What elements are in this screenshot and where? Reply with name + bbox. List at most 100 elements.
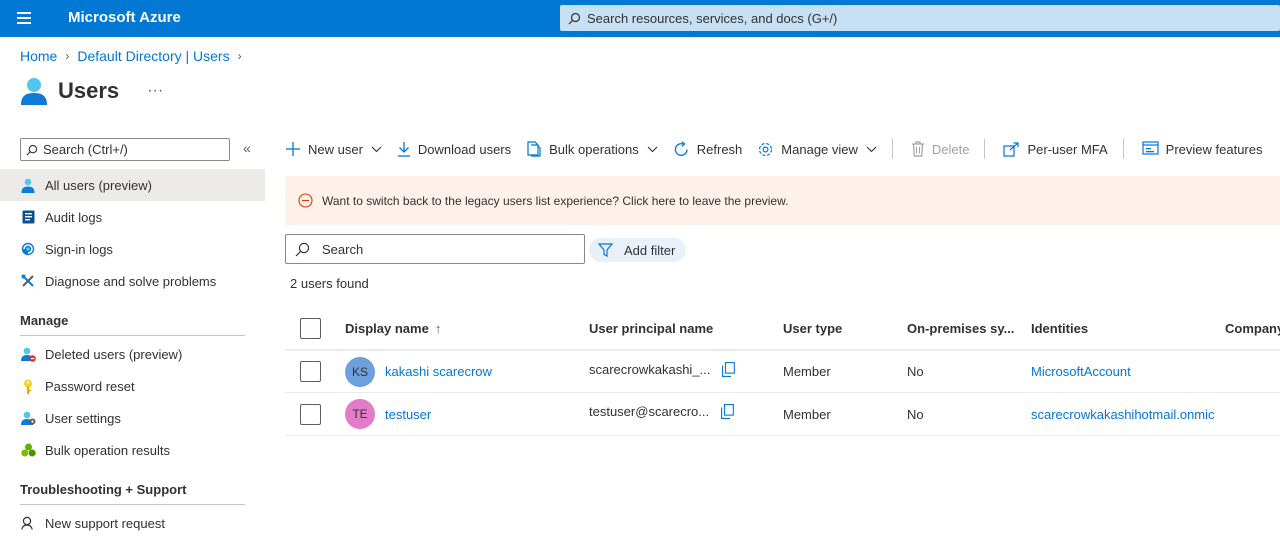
sidebar-item-label: Sign-in logs — [45, 241, 113, 257]
refresh-label: Refresh — [696, 141, 743, 157]
delete-button[interactable]: Delete — [911, 141, 970, 157]
collapse-sidebar-icon[interactable]: « — [243, 140, 251, 156]
sidebar-item-label: Deleted users (preview) — [45, 346, 183, 362]
download-users-label: Download users — [417, 141, 512, 157]
bulk-operations-button[interactable]: Bulk operations — [526, 141, 658, 157]
column-user-principal-name[interactable]: User principal name — [589, 308, 713, 349]
users-table: Display name ↑ User principal name User t… — [285, 308, 1280, 436]
bulk-results-icon — [20, 442, 36, 458]
new-user-button[interactable]: New user — [285, 141, 382, 157]
select-all-checkbox[interactable] — [300, 318, 321, 339]
column-label: Display name — [345, 321, 429, 336]
column-on-premises-sync[interactable]: On-premises sy... — [907, 308, 1014, 349]
audit-logs-icon — [20, 209, 36, 225]
select-all-cell — [300, 308, 321, 349]
user-principal-name: scarecrowkakashi_... — [589, 362, 711, 377]
table-row[interactable]: KS kakashi scarecrow scarecrowkakashi_..… — [285, 350, 1280, 393]
top-bar: Microsoft Azure Search resources, servic… — [0, 0, 1280, 37]
sidebar-item-label: User settings — [45, 410, 121, 426]
sidebar-item-label: New support request — [45, 515, 165, 531]
support-icon — [20, 515, 36, 531]
preview-features-button[interactable]: Preview features — [1142, 141, 1263, 157]
column-user-type[interactable]: User type — [783, 308, 842, 349]
display-name-cell: KS kakashi scarecrow — [345, 351, 492, 392]
user-search-input[interactable]: Search — [285, 234, 585, 264]
trash-icon — [911, 141, 924, 157]
delete-label: Delete — [931, 141, 970, 157]
user-display-name-link[interactable]: testuser — [385, 407, 431, 422]
search-icon — [295, 242, 310, 256]
column-display-name[interactable]: Display name ↑ — [345, 308, 441, 349]
sidebar-search-placeholder: Search (Ctrl+/) — [43, 142, 128, 157]
sidebar-item-label: All users (preview) — [45, 177, 152, 193]
brand-title[interactable]: Microsoft Azure — [68, 9, 181, 26]
command-bar: New user Download users Bulk operations … — [285, 135, 1278, 163]
toolbar-divider — [891, 139, 893, 159]
sidebar-search-input[interactable]: Search (Ctrl+/) — [20, 138, 230, 161]
manage-view-button[interactable]: Manage view — [757, 141, 877, 158]
identities-cell[interactable]: scarecrowkakashihotmail.onmic — [1031, 393, 1215, 435]
user-settings-icon — [20, 410, 36, 426]
sidebar-item-sign-in-logs[interactable]: Sign-in logs — [0, 233, 265, 265]
column-identities[interactable]: Identities — [1031, 308, 1088, 349]
toolbar-divider — [984, 139, 986, 159]
sign-in-logs-icon — [20, 241, 36, 257]
sidebar-section-support: Troubleshooting + Support — [20, 482, 245, 505]
bulk-operations-icon — [527, 141, 541, 157]
sidebar-item-bulk-results[interactable]: Bulk operation results — [0, 434, 265, 466]
sort-ascending-icon: ↑ — [434, 321, 442, 336]
column-company[interactable]: Company — [1225, 308, 1280, 349]
manage-view-label: Manage view — [781, 141, 858, 157]
preview-features-label: Preview features — [1165, 141, 1263, 157]
user-principal-name: testuser@scarecro... — [589, 404, 710, 419]
more-options-icon[interactable]: ··· — [147, 82, 163, 100]
users-icon — [21, 78, 47, 105]
copy-icon[interactable] — [721, 404, 734, 419]
breadcrumb-home[interactable]: Home — [20, 48, 57, 64]
sidebar-item-label: Bulk operation results — [45, 442, 171, 458]
avatar: KS — [345, 356, 375, 387]
per-user-mfa-button[interactable]: Per-user MFA — [1003, 141, 1108, 157]
per-user-mfa-label: Per-user MFA — [1027, 141, 1108, 157]
sidebar-item-label: Password reset — [45, 378, 135, 394]
user-icon — [20, 177, 36, 193]
toolbar-divider — [1122, 139, 1124, 159]
user-display-name-link[interactable]: kakashi scarecrow — [385, 364, 492, 379]
download-users-button[interactable]: Download users — [397, 141, 511, 157]
sidebar-item-new-support-request[interactable]: New support request — [0, 507, 265, 539]
sidebar-item-diagnose[interactable]: Diagnose and solve problems — [0, 265, 265, 297]
sidebar-item-label: Diagnose and solve problems — [45, 273, 217, 289]
global-search-input[interactable]: Search resources, services, and docs (G+… — [560, 5, 1280, 31]
upn-cell: scarecrowkakashi_... — [589, 351, 736, 392]
filter-icon — [598, 243, 613, 257]
sidebar-item-label: Audit logs — [45, 209, 103, 225]
chevron-right-icon: › — [65, 49, 70, 63]
refresh-icon — [674, 140, 688, 156]
sidebar-section-manage: Manage — [20, 313, 245, 336]
user-search-placeholder: Search — [322, 241, 364, 257]
sidebar-item-audit-logs[interactable]: Audit logs — [0, 201, 265, 233]
row-checkbox[interactable] — [300, 403, 321, 425]
identities-cell[interactable]: MicrosoftAccount — [1031, 351, 1131, 392]
legacy-experience-banner[interactable]: Want to switch back to the legacy users … — [285, 176, 1280, 225]
new-user-label: New user — [308, 141, 363, 157]
preview-features-icon — [1142, 141, 1159, 155]
sidebar-item-all-users[interactable]: All users (preview) — [0, 169, 265, 201]
refresh-button[interactable]: Refresh — [673, 140, 743, 158]
users-found-count: 2 users found — [290, 276, 369, 291]
sidebar-item-password-reset[interactable]: Password reset — [0, 370, 265, 402]
upn-cell: testuser@scarecro... — [589, 393, 734, 435]
hamburger-menu-icon[interactable] — [17, 12, 31, 24]
copy-icon[interactable] — [722, 362, 736, 377]
external-link-icon — [1003, 141, 1020, 157]
sidebar-item-user-settings[interactable]: User settings — [0, 402, 265, 434]
on-prem-cell: No — [907, 406, 924, 422]
table-header: Display name ↑ User principal name User t… — [285, 308, 1280, 350]
table-row[interactable]: TE testuser testuser@scarecro... Member … — [285, 393, 1280, 436]
search-icon — [26, 144, 38, 155]
plus-icon — [286, 142, 300, 156]
add-filter-button[interactable]: Add filter — [589, 238, 686, 262]
sidebar-item-deleted-users[interactable]: Deleted users (preview) — [0, 338, 265, 370]
breadcrumb-directory[interactable]: Default Directory | Users — [77, 48, 229, 64]
row-checkbox[interactable] — [300, 361, 321, 382]
